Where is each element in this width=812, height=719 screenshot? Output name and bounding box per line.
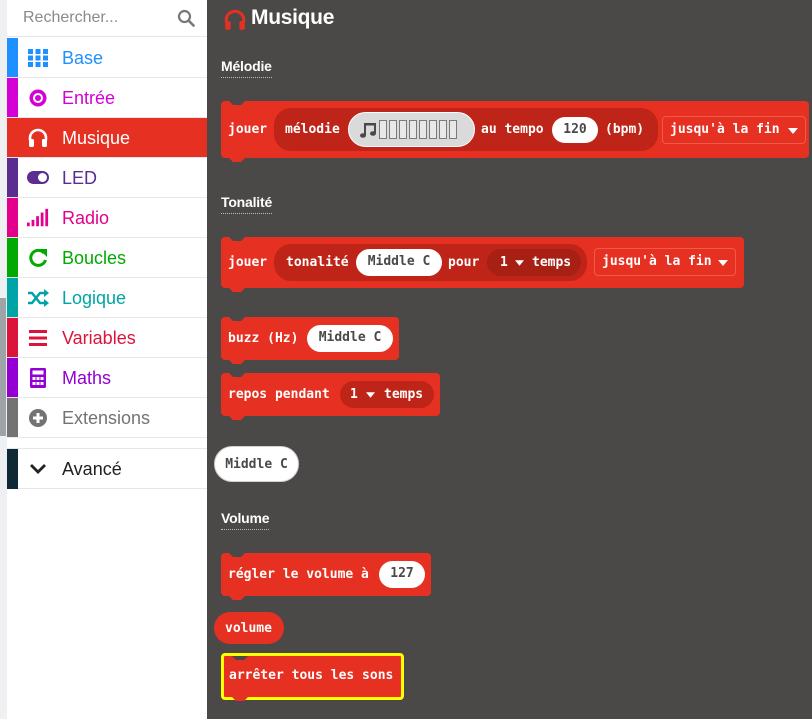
block-text: pour xyxy=(448,255,480,270)
melody-slot: mélodie au tempo 120 (bpm) xyxy=(274,108,658,151)
chevron-down-icon xyxy=(30,464,46,474)
category-label: Musique xyxy=(62,128,131,148)
category-color-bar xyxy=(7,358,18,397)
dropdown-value: 1 xyxy=(500,255,508,270)
volume-input[interactable]: 127 xyxy=(379,561,425,588)
note-input[interactable]: Middle C xyxy=(356,249,442,276)
category-extensions[interactable]: Extensions xyxy=(7,398,207,438)
block-text: (bpm) xyxy=(605,122,645,137)
category-label: Avancé xyxy=(62,459,122,479)
category-color-bar xyxy=(7,278,18,317)
category-label: Logique xyxy=(62,288,127,308)
refresh-icon xyxy=(29,248,47,267)
beats-dropdown[interactable]: 1 temps xyxy=(340,381,434,408)
dropdown-arrow-icon xyxy=(788,128,798,134)
block-text: tonalité xyxy=(286,255,349,270)
category-variables[interactable]: Variables xyxy=(7,318,207,358)
dropdown-value: jusqu'à la fin xyxy=(670,122,780,137)
note-input[interactable]: Middle C xyxy=(307,325,393,352)
dropdown-arrow-icon xyxy=(366,392,375,398)
shuffle-icon xyxy=(28,289,49,307)
toolbox: Base Entrée Musique LED xyxy=(0,0,207,719)
dropdown-arrow-icon xyxy=(718,260,728,266)
tone-slot: tonalité Middle C pour 1 temps xyxy=(274,244,587,281)
dropdown-unit: temps xyxy=(532,255,572,270)
block-text: buzz (Hz) xyxy=(228,331,299,346)
beats-dropdown[interactable]: 1 temps xyxy=(487,249,581,276)
category-label: Maths xyxy=(62,368,112,388)
category-led[interactable]: LED xyxy=(7,158,207,198)
search-icon[interactable] xyxy=(177,9,195,27)
list-icon xyxy=(29,330,47,346)
block-text: repos pendant xyxy=(228,387,330,402)
headphones-icon xyxy=(224,9,246,30)
play-tone-block[interactable]: jouer tonalité Middle C pour 1 temps jus… xyxy=(221,237,744,288)
resize-handle[interactable] xyxy=(0,298,6,436)
signal-bars-icon xyxy=(27,208,49,227)
block-text: arrêter tous les sons xyxy=(229,668,394,683)
section-label-tone: Tonalité xyxy=(221,194,272,214)
grid-icon xyxy=(28,49,48,67)
melody-editor[interactable] xyxy=(348,112,475,147)
dropdown-value: 1 xyxy=(350,387,358,402)
category-color-bar xyxy=(7,449,18,489)
set-volume-block[interactable]: régler le volume à 127 xyxy=(221,553,431,596)
block-text: régler le volume à xyxy=(228,567,369,582)
category-entree[interactable]: Entrée xyxy=(7,78,207,118)
dropdown-arrow-icon xyxy=(515,260,524,266)
category-label: Radio xyxy=(62,208,110,228)
category-color-bar xyxy=(7,158,18,197)
volume-reporter-block[interactable]: volume xyxy=(214,612,284,644)
category-label: Variables xyxy=(62,328,136,348)
toggle-icon xyxy=(27,171,49,184)
block-flyout: Musique Mélodie jouer mélodie au tempo 1… xyxy=(207,0,812,719)
block-text: mélodie xyxy=(285,122,340,137)
category-label: Entrée xyxy=(62,88,116,108)
play-melody-block[interactable]: jouer mélodie au tempo 120 (bpm) jusqu'à… xyxy=(221,101,809,158)
dropdown-unit: temps xyxy=(384,387,424,402)
dropdown-value: jusqu'à la fin xyxy=(602,254,712,269)
headphones-icon xyxy=(28,128,48,147)
category-avance[interactable]: Avancé xyxy=(7,448,207,489)
stop-all-sounds-block[interactable]: arrêter tous les sons xyxy=(221,653,404,700)
category-radio[interactable]: Radio xyxy=(7,198,207,238)
category-color-bar xyxy=(7,38,18,77)
toolbox-search xyxy=(7,0,207,37)
music-note-icon xyxy=(360,123,376,138)
play-mode-dropdown[interactable]: jusqu'à la fin xyxy=(662,116,806,144)
category-color-bar xyxy=(7,118,18,157)
category-maths[interactable]: Maths xyxy=(7,358,207,398)
flyout-title: Musique xyxy=(251,6,335,29)
note-reporter-block[interactable]: Middle C xyxy=(214,446,299,482)
section-label-volume: Volume xyxy=(221,510,270,530)
tempo-input[interactable]: 120 xyxy=(552,117,598,143)
category-color-bar xyxy=(7,318,18,357)
category-label: LED xyxy=(62,168,98,188)
radio-button-icon xyxy=(29,89,47,107)
category-musique[interactable]: Musique xyxy=(7,118,207,158)
category-label: Boucles xyxy=(62,248,127,268)
category-color-bar xyxy=(7,198,18,237)
buzz-block[interactable]: buzz (Hz) Middle C xyxy=(221,317,399,360)
block-text: au tempo xyxy=(481,122,544,137)
category-label: Base xyxy=(62,48,104,68)
calculator-icon xyxy=(30,368,46,388)
block-text: jouer xyxy=(228,122,268,137)
category-color-bar xyxy=(7,238,18,277)
plus-circle-icon xyxy=(29,409,47,427)
category-color-bar xyxy=(7,398,18,437)
category-label: Extensions xyxy=(62,408,151,428)
play-mode-dropdown[interactable]: jusqu'à la fin xyxy=(594,248,736,276)
search-input[interactable] xyxy=(7,0,172,36)
category-boucles[interactable]: Boucles xyxy=(7,238,207,278)
rest-block[interactable]: repos pendant 1 temps xyxy=(221,373,440,416)
category-logique[interactable]: Logique xyxy=(7,278,207,318)
block-text: jouer xyxy=(228,255,268,270)
category-color-bar xyxy=(7,78,18,117)
section-label-melody: Mélodie xyxy=(221,58,272,78)
category-base[interactable]: Base xyxy=(7,38,207,78)
block-text: volume xyxy=(225,621,272,636)
